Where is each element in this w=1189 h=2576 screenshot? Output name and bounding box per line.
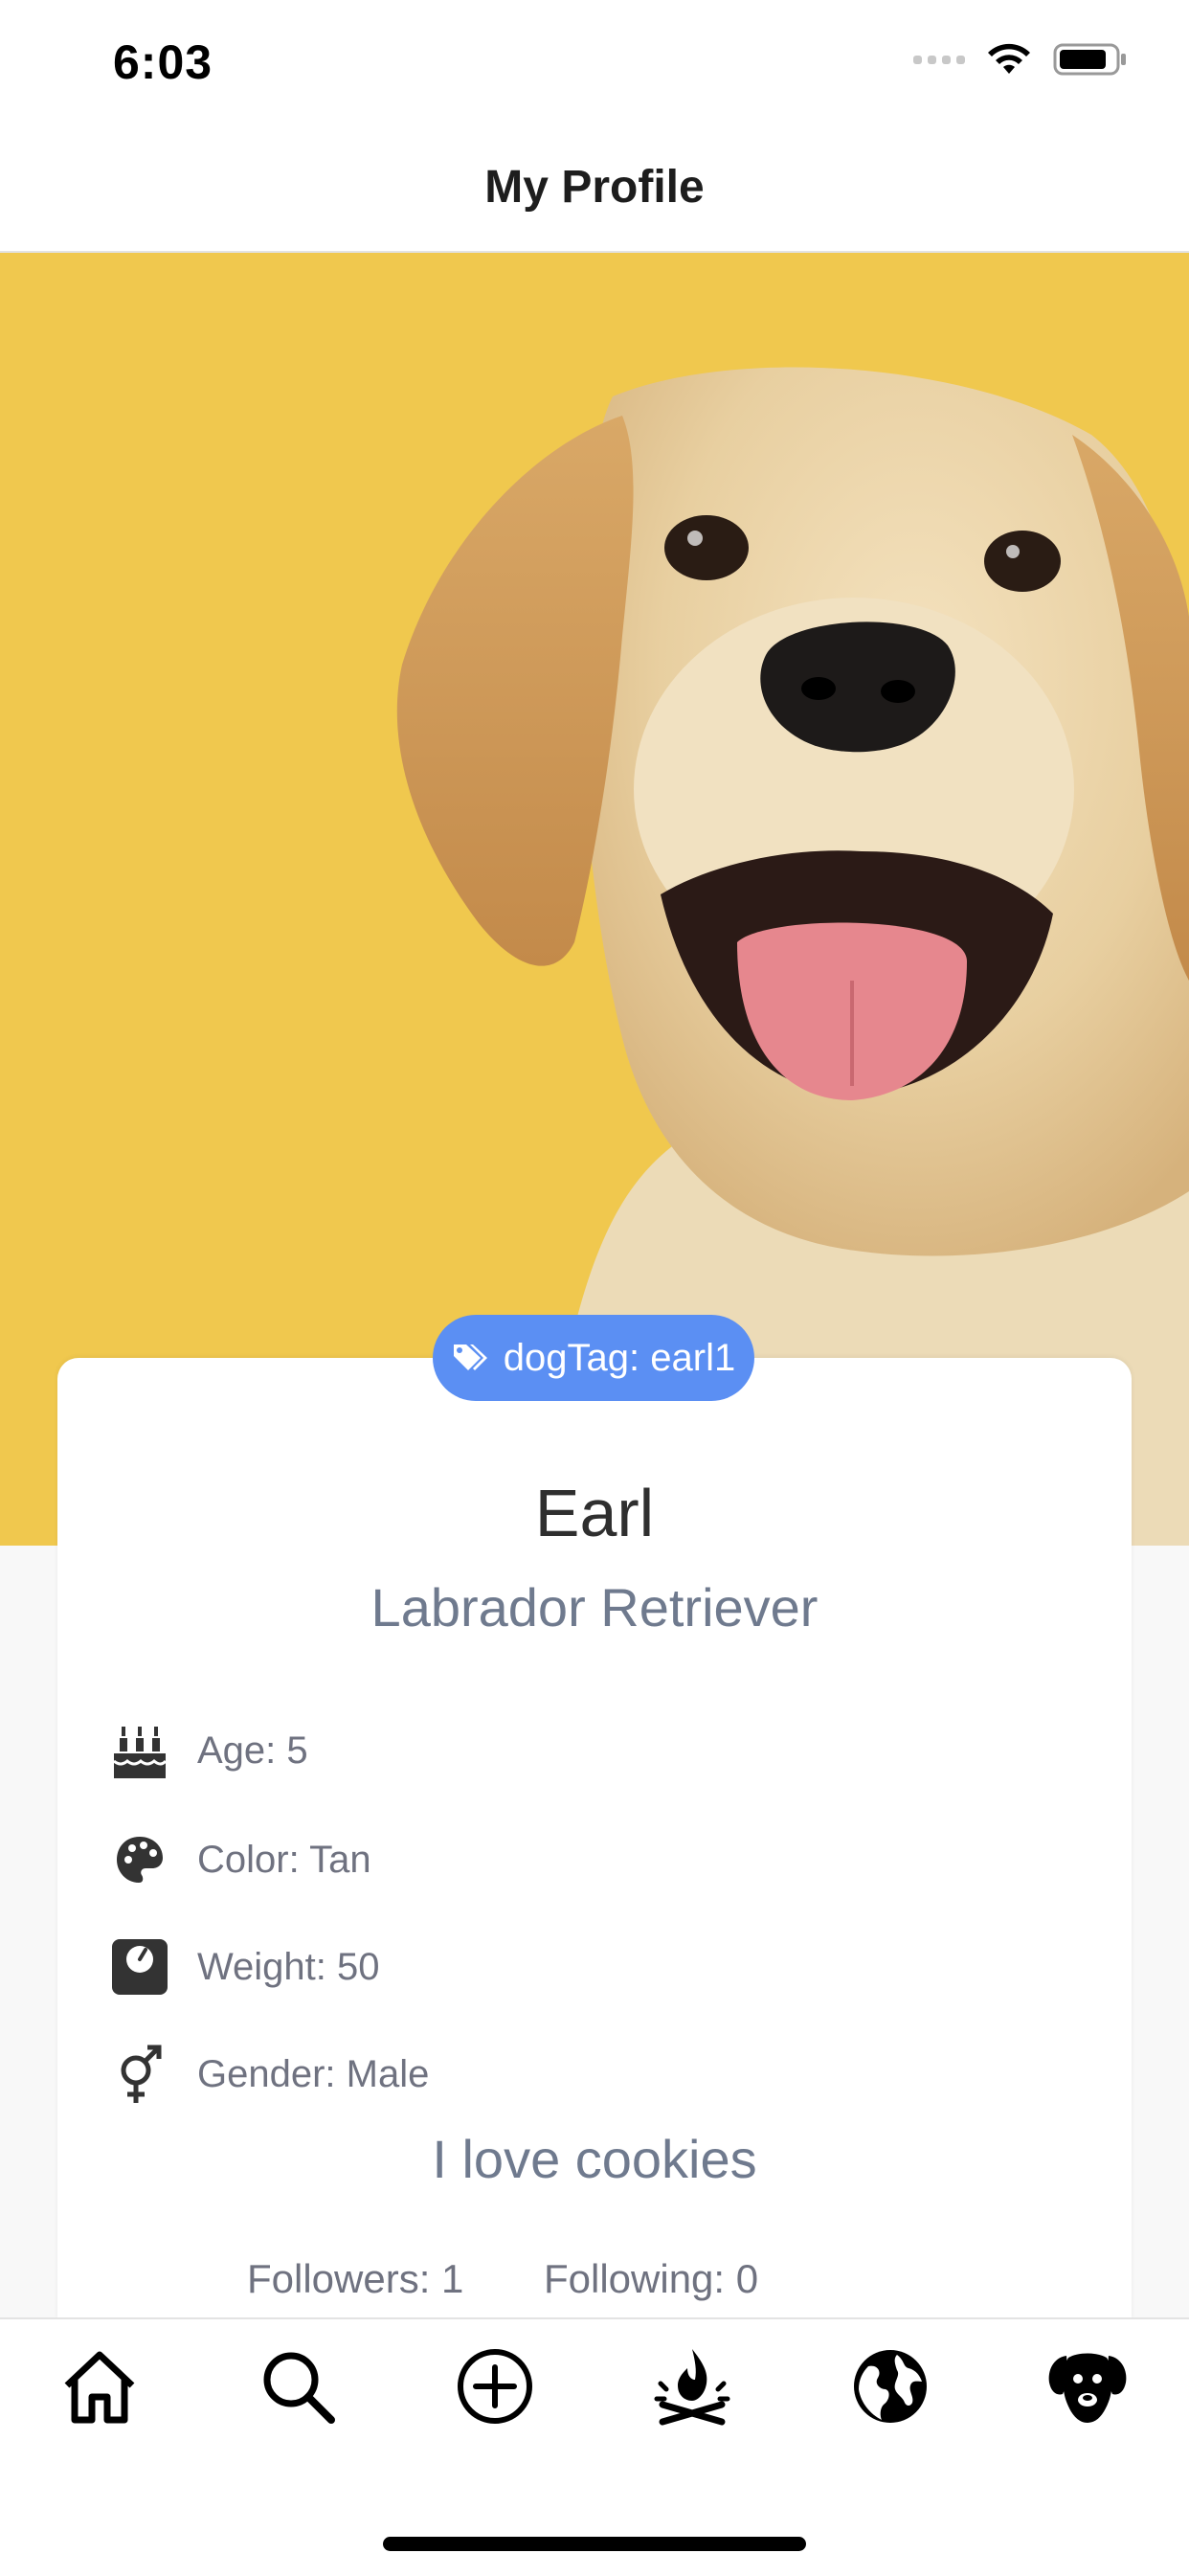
home-icon [64,2351,135,2424]
age-row: Age: 5 [111,1720,308,1781]
followers-count[interactable]: Followers: 1 [247,2256,463,2302]
cellular-signal-icon [913,55,965,64]
tab-home[interactable] [54,2340,146,2432]
palette-icon [111,1829,168,1890]
tab-search[interactable] [252,2340,344,2432]
age-label: Age: 5 [197,1729,308,1772]
dog-breed: Labrador Retriever [370,1577,819,1638]
status-time: 6:03 [113,35,213,89]
weight-row: Weight: 50 [111,1936,380,1998]
gender-label: Gender: Male [197,2052,430,2095]
following-count[interactable]: Following: 0 [544,2256,758,2302]
color-label: Color: Tan [197,1838,371,1881]
status-bar: 6:03 [0,0,1189,126]
gender-icon [111,2044,168,2105]
battery-icon [1053,43,1126,76]
home-indicator[interactable] [383,2537,806,2551]
page-title: My Profile [484,162,705,213]
wifi-icon [988,43,1030,74]
dog-tag-badge: dogTag: earl1 [433,1315,754,1401]
dog-icon [1048,2353,1127,2423]
campfire-icon [654,2349,730,2426]
tab-profile[interactable] [1042,2340,1133,2432]
tab-campfire[interactable] [646,2340,738,2432]
bio-text: I love cookies [432,2129,757,2189]
search-icon [263,2352,335,2424]
globe-icon [854,2350,927,2423]
dog-tag-label: dogTag: earl1 [503,1336,736,1379]
status-indicators [913,42,1128,77]
gender-row: Gender: Male [111,2044,429,2105]
tab-add[interactable] [449,2340,541,2432]
birthday-cake-icon [111,1720,168,1781]
dog-name: Earl [534,1476,655,1550]
color-row: Color: Tan [111,1829,371,1890]
weight-scale-icon [111,1936,168,1998]
tab-explore[interactable] [844,2340,936,2432]
add-circle-icon [458,2349,532,2424]
weight-label: Weight: 50 [197,1945,380,1988]
tag-icon [453,1344,487,1370]
navigation-bar: My Profile [0,126,1189,253]
